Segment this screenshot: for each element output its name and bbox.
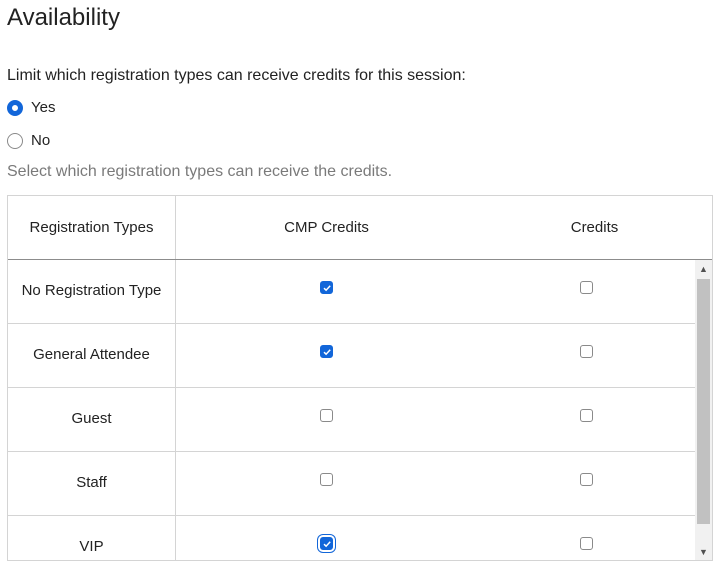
table-row: No Registration Type bbox=[8, 260, 697, 324]
registration-type-name: Guest bbox=[8, 388, 176, 451]
credits-checkbox[interactable] bbox=[580, 345, 593, 358]
checkmark-icon bbox=[322, 348, 331, 355]
registration-credits-table: Registration Types CMP Credits Credits N… bbox=[7, 195, 713, 561]
header-credits: Credits bbox=[570, 219, 619, 236]
header-cmp-credits: CMP Credits bbox=[284, 219, 369, 236]
cmp-credits-checkbox[interactable] bbox=[320, 409, 333, 422]
chevron-down-icon[interactable]: ▼ bbox=[695, 543, 712, 560]
table-row: VIP bbox=[8, 516, 697, 560]
credits-checkbox[interactable] bbox=[580, 409, 593, 422]
limit-question-label: Limit which registration types can recei… bbox=[7, 67, 466, 84]
table-body: No Registration Type General Attendee Gu bbox=[8, 260, 712, 560]
registration-type-name: Staff bbox=[8, 452, 176, 515]
checkmark-icon bbox=[322, 540, 331, 547]
radio-yes-button[interactable] bbox=[7, 99, 23, 116]
table-row: Guest bbox=[8, 388, 697, 452]
registration-type-name: No Registration Type bbox=[8, 260, 176, 323]
credits-checkbox[interactable] bbox=[580, 537, 593, 550]
radio-yes-label[interactable]: Yes bbox=[31, 99, 55, 116]
table-scrollbar[interactable]: ▲ ▼ bbox=[695, 260, 712, 560]
registration-type-name: VIP bbox=[8, 516, 176, 560]
radio-yes[interactable]: Yes bbox=[7, 99, 55, 116]
radio-no-label[interactable]: No bbox=[31, 132, 50, 149]
table-row: General Attendee bbox=[8, 324, 697, 388]
table-header: Registration Types CMP Credits Credits bbox=[8, 196, 712, 260]
registration-type-name: General Attendee bbox=[8, 324, 176, 387]
scrollbar-thumb[interactable] bbox=[697, 279, 710, 524]
checkmark-icon bbox=[322, 284, 331, 291]
header-registration-types: Registration Types bbox=[8, 196, 176, 259]
cmp-credits-checkbox[interactable] bbox=[320, 281, 333, 294]
chevron-up-icon[interactable]: ▲ bbox=[695, 260, 712, 277]
cmp-credits-checkbox[interactable] bbox=[320, 473, 333, 486]
cmp-credits-checkbox[interactable] bbox=[320, 537, 333, 550]
radio-no-button[interactable] bbox=[7, 132, 23, 149]
credits-checkbox[interactable] bbox=[580, 281, 593, 294]
hint-text: Select which registration types can rece… bbox=[7, 163, 393, 180]
cmp-credits-checkbox[interactable] bbox=[320, 345, 333, 358]
credits-checkbox[interactable] bbox=[580, 473, 593, 486]
table-row: Staff bbox=[8, 452, 697, 516]
page-title: Availability bbox=[7, 4, 120, 31]
radio-no[interactable]: No bbox=[7, 132, 50, 149]
